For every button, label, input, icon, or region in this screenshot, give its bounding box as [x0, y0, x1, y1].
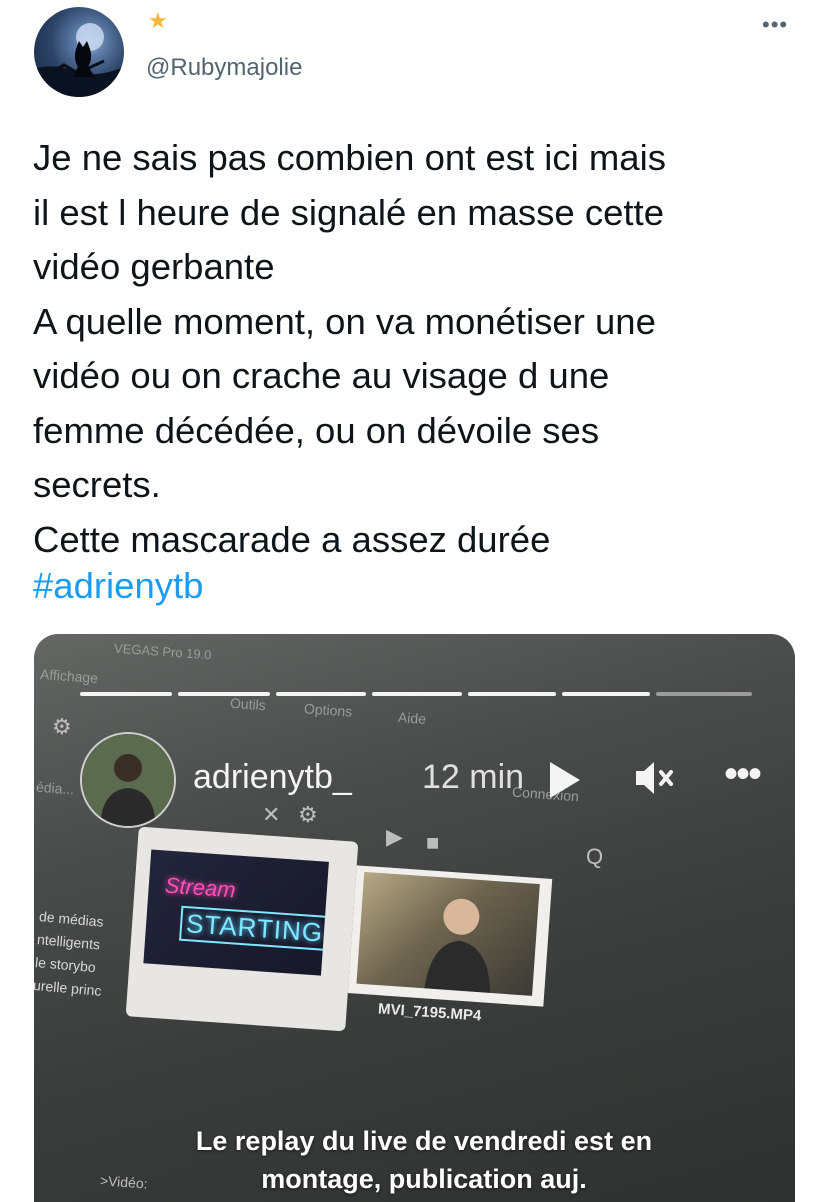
- profile-avatar[interactable]: [34, 7, 124, 97]
- person-avatar-image: [82, 734, 174, 826]
- media-thumbnail-video: [347, 865, 553, 1007]
- person-video-frame: [424, 898, 491, 993]
- hashtag-link[interactable]: #adrienytb: [33, 563, 203, 609]
- story-avatar[interactable]: [80, 732, 176, 828]
- progress-segment: [562, 692, 650, 696]
- progress-segment: [80, 692, 172, 696]
- story-caption: Le replay du live de vendredi est en mon…: [84, 1122, 764, 1198]
- play-icon[interactable]: [546, 760, 582, 805]
- progress-segment: [468, 692, 556, 696]
- mute-icon[interactable]: [632, 756, 676, 805]
- thumbnail-neon-subtitle: STARTING: [179, 905, 329, 952]
- progress-segment: [276, 692, 366, 696]
- vegas-window-title: VEGAS Pro 19.0: [113, 640, 212, 663]
- story-username[interactable]: adrienytb_: [193, 758, 352, 797]
- user-handle[interactable]: @Rubymajolie: [146, 54, 302, 82]
- caption-line: montage, publication auj.: [261, 1164, 587, 1194]
- vegas-menu-aide: Aide: [397, 709, 427, 727]
- media-thumbnail-stream: Stream STARTING: [125, 826, 359, 1032]
- vegas-menu-options: Options: [303, 700, 353, 720]
- sidebar-line: urelle princ: [34, 976, 103, 999]
- toolbar-stop-icon: ■: [426, 830, 440, 855]
- settings-gear-icon: ⚙: [52, 714, 72, 739]
- story-timestamp: 12 min: [422, 758, 525, 796]
- thumbnail-neon-title: Stream: [164, 872, 237, 903]
- vegas-menu-affichage: Affichage: [39, 665, 99, 687]
- caption-line: Le replay du live de vendredi est en: [195, 1126, 653, 1156]
- cat-moon-avatar-image: [34, 23, 124, 97]
- tweet-media[interactable]: VEGAS Pro 19.0 Affichage Outils Options …: [34, 634, 795, 1202]
- thumbnail-filename: MVI_7195.MP4: [377, 1000, 482, 1025]
- vegas-menu-outils: Outils: [229, 694, 267, 714]
- vegas-sidebar-labels: de médias ntelligents le storybo urelle …: [34, 905, 108, 1003]
- more-icon[interactable]: •••: [762, 12, 788, 38]
- progress-segment: [372, 692, 462, 696]
- tweet-text: Je ne sais pas combien ont est ici mais …: [33, 137, 666, 560]
- close-x-icon: ✕: [262, 802, 281, 827]
- story-more-icon[interactable]: •••: [724, 752, 762, 797]
- progress-segment-remaining: [656, 692, 752, 696]
- toolbar-search-icon: Q: [586, 844, 604, 869]
- gear-icon: ⚙: [298, 802, 318, 827]
- story-progress-bar: [80, 692, 752, 697]
- star-badge-icon: ★: [148, 8, 168, 33]
- vegas-left-label: édia...: [35, 778, 75, 798]
- toolbar-play-icon: ▶: [386, 824, 403, 849]
- progress-segment: [178, 692, 270, 696]
